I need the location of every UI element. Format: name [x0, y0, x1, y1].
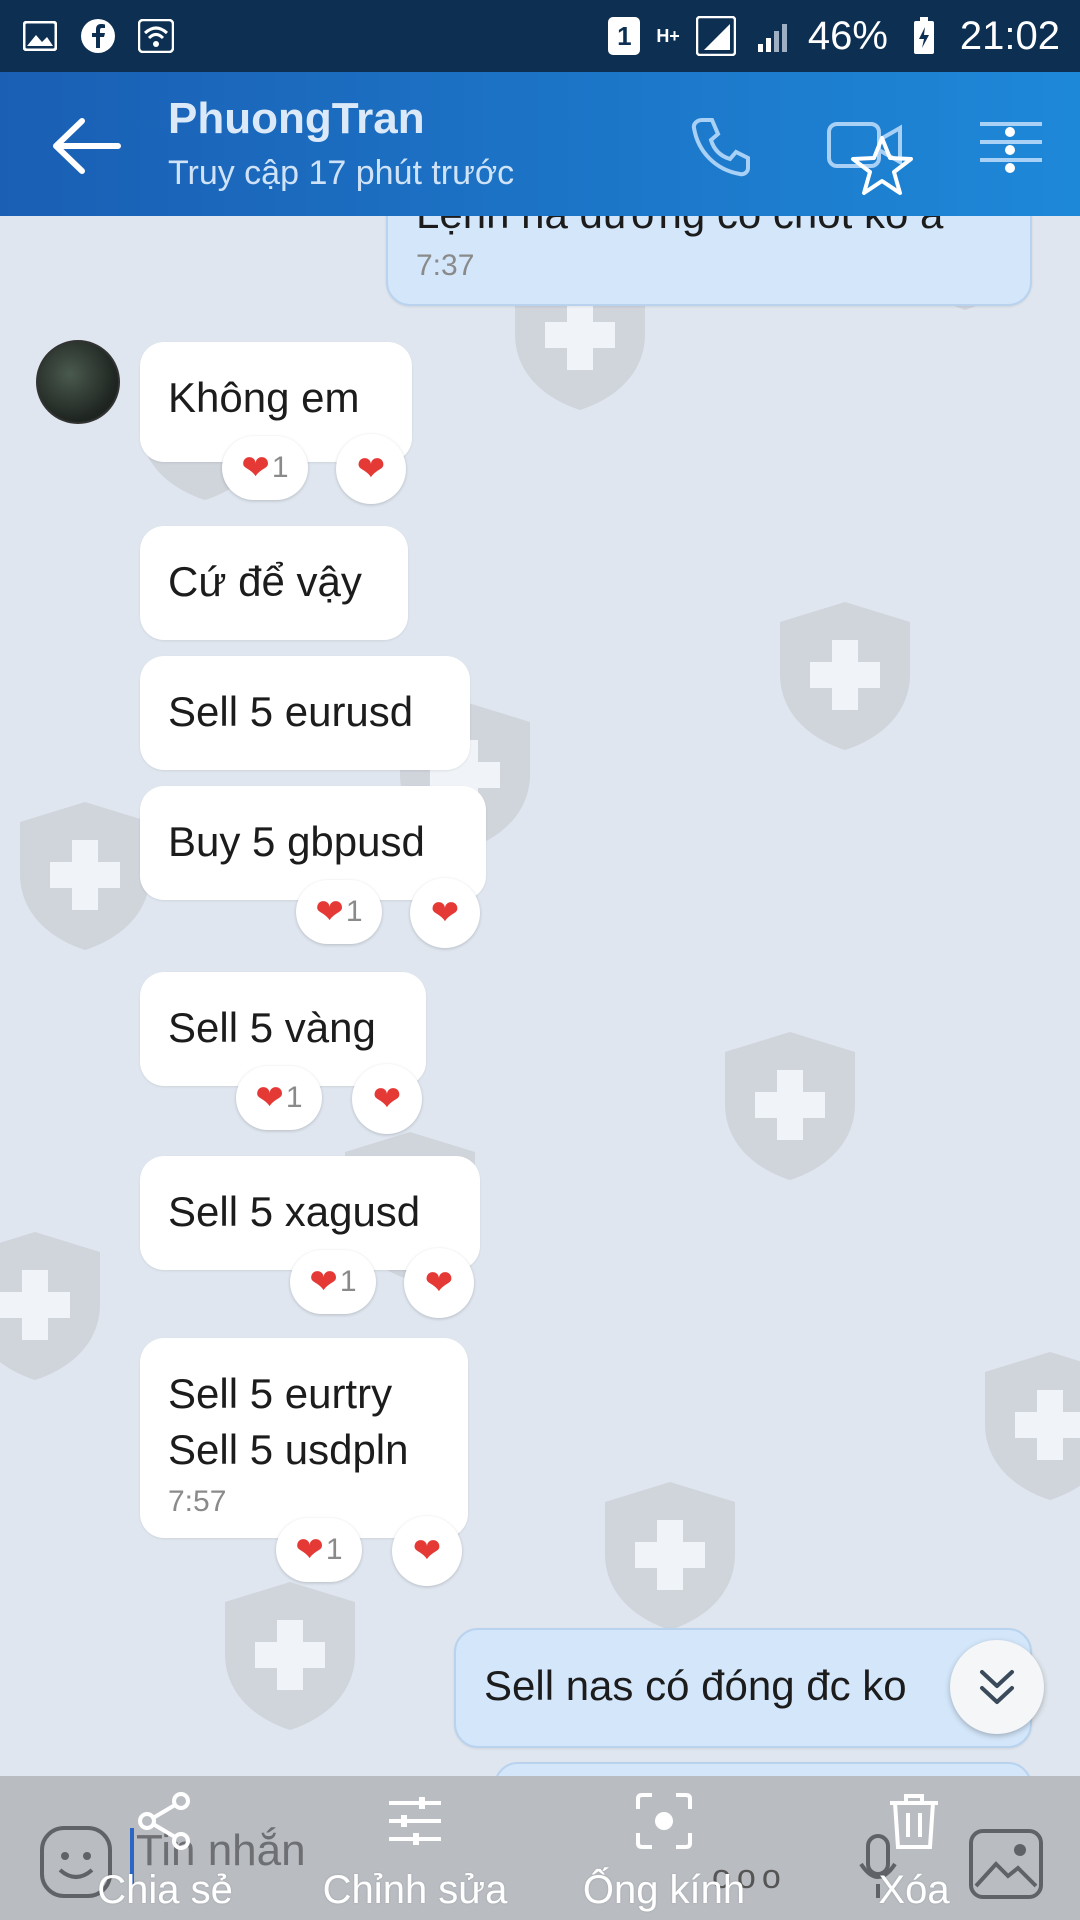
message-incoming[interactable]: Sell 5 eurusd — [140, 656, 470, 770]
delete-action[interactable]: Xóa — [856, 1776, 972, 1920]
lens-label: Ống kính — [582, 1868, 746, 1912]
bottom-bar: Tin nhắn ooo Chia sẻ Chỉnh sửa Ống kính … — [0, 1776, 1080, 1920]
reaction-count-value: 1 — [339, 1265, 357, 1298]
status-left-icons — [20, 16, 176, 56]
edit-label: Chỉnh sửa — [322, 1868, 508, 1912]
reaction-count[interactable]: ❤ 1 — [296, 880, 382, 944]
back-arrow-icon[interactable] — [52, 116, 122, 176]
react-button[interactable]: ❤ — [336, 434, 406, 504]
menu-icon[interactable] — [976, 112, 1046, 182]
lens-action[interactable]: Ống kính — [566, 1776, 762, 1920]
avatar[interactable] — [36, 340, 120, 424]
contact-name[interactable]: PhuongTran — [168, 94, 425, 144]
edit-action[interactable]: Chỉnh sửa — [300, 1776, 530, 1920]
react-button[interactable]: ❤ — [404, 1248, 474, 1318]
phone-icon[interactable] — [686, 112, 756, 182]
scroll-to-bottom-button[interactable] — [950, 1640, 1044, 1734]
status-bar: 1 H+ 46% 21:02 — [0, 0, 1080, 72]
shield-watermark-icon — [605, 1482, 735, 1630]
reaction-count-value: 1 — [345, 895, 363, 928]
message-text-line: Sell 5 usdpln — [168, 1426, 409, 1473]
chat-header: PhuongTran Truy cập 17 phút trước — [0, 72, 1080, 216]
shield-watermark-icon — [0, 1232, 100, 1380]
message-outgoing[interactable]: Lệnh ná đường có chốt ko á 7:37 — [386, 216, 1032, 306]
shield-watermark-icon — [725, 1032, 855, 1180]
message-incoming[interactable]: Sell 5 eurtry Sell 5 usdpln 7:57 — [140, 1338, 468, 1538]
message-text: Sell nas có đóng đc ko — [484, 1662, 907, 1709]
delete-label: Xóa — [878, 1868, 950, 1912]
star-icon[interactable] — [850, 134, 920, 204]
heart-icon: ❤ — [241, 449, 270, 487]
heart-icon: ❤ — [315, 893, 344, 931]
reaction-count[interactable]: ❤ 1 — [276, 1518, 362, 1582]
react-button[interactable]: ❤ — [392, 1516, 462, 1586]
message-text: Cứ để vậy — [168, 558, 362, 605]
image-icon[interactable] — [968, 1828, 1044, 1900]
message-text: Buy 5 gbpusd — [168, 818, 425, 865]
message-time: 7:57 — [168, 1485, 227, 1518]
message-outgoing-partial[interactable] — [494, 1762, 1032, 1776]
last-seen-status: Truy cập 17 phút trước — [168, 154, 515, 192]
shield-watermark-icon — [780, 602, 910, 750]
message-text: Lệnh ná đường có chốt ko á — [416, 216, 943, 237]
heart-icon: ❤ — [412, 1532, 442, 1570]
shield-watermark-icon — [985, 1352, 1080, 1500]
battery-percent: 46% — [807, 13, 888, 58]
share-icon — [130, 1786, 200, 1856]
signal-icon — [695, 16, 736, 56]
lens-icon — [629, 1786, 699, 1856]
reaction-count-value: 1 — [325, 1533, 343, 1566]
shield-watermark-icon — [20, 802, 150, 950]
battery-icon — [904, 16, 944, 56]
message-text: Sell 5 vàng — [168, 1004, 376, 1051]
message-list[interactable]: Lệnh ná đường có chốt ko á 7:37 Không em… — [0, 216, 1080, 1776]
heart-icon: ❤ — [424, 1264, 454, 1302]
message-text: Sell 5 xagusd — [168, 1188, 421, 1235]
gallery-notification-icon — [20, 16, 60, 56]
clock: 21:02 — [959, 13, 1060, 58]
heart-icon: ❤ — [295, 1531, 324, 1569]
facebook-icon — [78, 16, 118, 56]
heart-icon: ❤ — [255, 1079, 284, 1117]
reaction-count-value: 1 — [271, 451, 289, 484]
adjust-icon — [380, 1786, 450, 1856]
reaction-count-value: 1 — [285, 1081, 303, 1114]
message-outgoing[interactable]: Sell nas có đóng đc ko — [454, 1628, 1032, 1748]
react-button[interactable]: ❤ — [410, 878, 480, 948]
react-button[interactable]: ❤ — [352, 1064, 422, 1134]
share-action[interactable]: Chia sẻ — [70, 1776, 260, 1920]
heart-icon: ❤ — [372, 1080, 402, 1118]
reaction-count[interactable]: ❤ 1 — [290, 1250, 376, 1314]
message-text: Sell 5 eurusd — [168, 688, 414, 735]
message-text-line: Sell 5 eurtry — [168, 1370, 393, 1417]
reaction-count[interactable]: ❤ 1 — [222, 436, 308, 500]
chevron-double-down-icon — [980, 1670, 1014, 1704]
shield-watermark-icon — [225, 1582, 355, 1730]
message-time: 7:37 — [416, 249, 475, 282]
signal-secondary-icon — [752, 16, 792, 56]
share-label: Chia sẻ — [97, 1868, 233, 1912]
status-right-icons: 1 H+ 46% 21:02 — [608, 14, 1060, 59]
wifi-icon — [136, 16, 176, 56]
message-text: Không em — [168, 374, 360, 421]
message-incoming[interactable]: Cứ để vậy — [140, 526, 408, 640]
network-type: H+ — [656, 26, 680, 46]
heart-icon: ❤ — [309, 1263, 338, 1301]
sim-slot-icon: 1 — [608, 17, 641, 55]
heart-icon: ❤ — [430, 894, 460, 932]
heart-icon: ❤ — [356, 450, 386, 488]
reaction-count[interactable]: ❤ 1 — [236, 1066, 322, 1130]
trash-icon — [879, 1786, 949, 1856]
